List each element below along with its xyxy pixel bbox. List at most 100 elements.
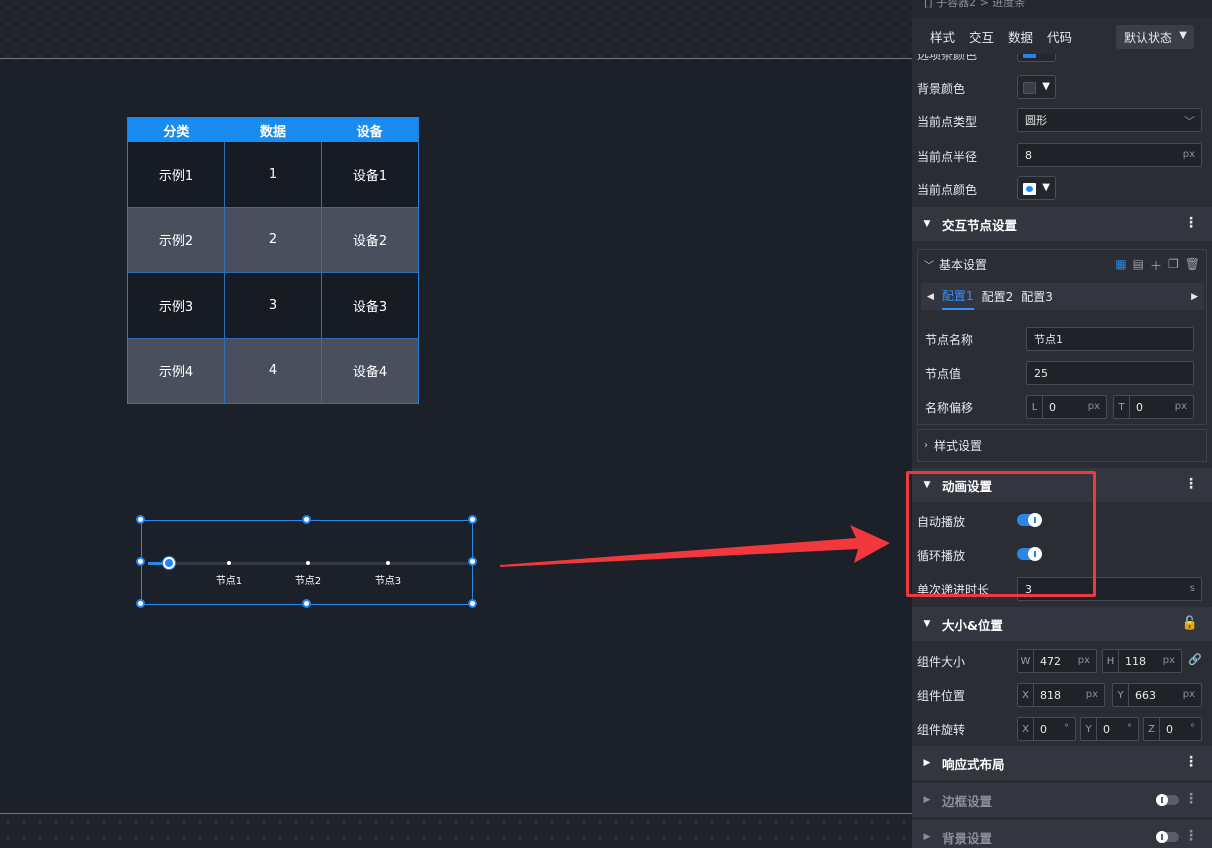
editor-app: 分类 数据 设备 示例1 1 设备1 示例2 2 设备2 示例3 3 设备3 示… — [0, 0, 1212, 848]
design-canvas[interactable]: 分类 数据 设备 示例1 1 设备1 示例2 2 设备2 示例3 3 设备3 示… — [0, 0, 912, 848]
tab-config2[interactable]: 配置2 — [982, 283, 1014, 310]
tab-next-icon[interactable]: ▶ — [1191, 292, 1198, 302]
annotation-arrow-icon — [500, 525, 890, 567]
tab-style[interactable]: 样式 — [930, 27, 955, 46]
table-cell: 设备1 — [322, 142, 418, 208]
current-point[interactable] — [163, 557, 175, 569]
link-icon[interactable]: 🔗 — [1188, 653, 1202, 666]
rotate-z-input[interactable]: Z 0 ° — [1143, 717, 1202, 741]
more-vertical-icon[interactable]: ⋮ — [1184, 215, 1198, 231]
autoplay-toggle[interactable] — [1017, 513, 1042, 527]
offset-l-input[interactable]: L 0 px — [1026, 395, 1107, 419]
node-name-input[interactable]: 节点1 — [1026, 327, 1194, 351]
bg-color-picker[interactable]: ▼ — [1017, 75, 1056, 99]
border-toggle[interactable] — [1156, 794, 1179, 806]
table-widget[interactable]: 分类 数据 设备 示例1 1 设备1 示例2 2 设备2 示例3 3 设备3 示… — [127, 117, 419, 404]
chevron-down-icon: ▼ — [1179, 30, 1187, 41]
width-input[interactable]: W 472 px — [1017, 649, 1097, 673]
resize-handle-s[interactable] — [302, 599, 311, 608]
lock-icon[interactable]: 🔓 — [1182, 616, 1198, 631]
layout-split-icon[interactable]: ▤ — [1133, 257, 1144, 274]
resize-handle-e[interactable] — [468, 557, 477, 566]
height-input[interactable]: H 118 px — [1102, 649, 1182, 673]
toggle-knob — [1028, 513, 1042, 527]
x-input[interactable]: X 818 px — [1017, 683, 1105, 707]
node-value-value: 25 — [1034, 366, 1048, 380]
duration-input[interactable]: 3 s — [1017, 577, 1202, 601]
position-label: 组件位置 — [917, 689, 966, 703]
section-size-position[interactable]: ▼ 大小&位置 🔓 — [912, 607, 1212, 641]
tab-prev-icon[interactable]: ◀ — [927, 292, 934, 302]
unit-label: px — [1174, 401, 1187, 412]
more-vertical-icon[interactable]: ⋮ — [1184, 476, 1198, 492]
node-label: 节点1 — [215, 576, 243, 587]
rotate-y-prefix: Y — [1081, 718, 1097, 740]
state-select[interactable]: 默认状态 ▼ — [1116, 25, 1194, 49]
node-toolbar: ▦ ▤ ＋ ❐ 🗑 — [1115, 257, 1200, 274]
trash-icon[interactable]: 🗑 — [1185, 257, 1200, 274]
point-color-picker[interactable]: ▼ — [1017, 176, 1056, 200]
style-settings-header[interactable]: › 样式设置 — [917, 429, 1207, 462]
node-dot — [306, 561, 310, 565]
name-offset-label: 名称偏移 — [925, 401, 974, 415]
x-value: 818 — [1040, 688, 1061, 702]
point-radius-input[interactable]: 8 px — [1017, 143, 1202, 167]
node-dot — [386, 561, 390, 565]
resize-handle-w[interactable] — [136, 557, 145, 566]
triangle-down-icon: ▼ — [923, 480, 931, 490]
y-input[interactable]: Y 663 px — [1112, 683, 1202, 707]
more-vertical-icon[interactable]: ⋮ — [1184, 828, 1198, 844]
section-border[interactable]: ▶ 边框设置 ⋮ — [912, 783, 1212, 817]
canvas-top-margin — [0, 0, 912, 59]
offset-t-input[interactable]: T 0 px — [1113, 395, 1194, 419]
chevron-right-icon: › — [924, 440, 928, 451]
color-chip — [1023, 82, 1036, 94]
point-type-select[interactable]: 圆形 ﹀ — [1017, 108, 1202, 132]
duration-label: 单次递进时长 — [917, 583, 990, 597]
y-prefix: Y — [1113, 684, 1129, 706]
table-cell: 2 — [225, 207, 322, 273]
unit-label: px — [1182, 149, 1195, 160]
copy-icon[interactable]: ❐ — [1168, 257, 1179, 274]
table-header-cell: 设备 — [356, 124, 383, 140]
state-select-value: 默认状态 — [1124, 30, 1173, 45]
resize-handle-sw[interactable] — [136, 599, 145, 608]
layout-table-icon[interactable]: ▦ — [1115, 257, 1126, 274]
section-responsive[interactable]: ▶ 响应式布局 ⋮ — [912, 746, 1212, 780]
resize-handle-ne[interactable] — [468, 515, 477, 524]
more-vertical-icon[interactable]: ⋮ — [1184, 754, 1198, 770]
basic-settings-header[interactable]: ﹀ 基本设置 ▦ ▤ ＋ ❐ 🗑 — [918, 250, 1206, 278]
table-header: 分类 数据 设备 — [128, 118, 418, 142]
offset-t-prefix: T — [1114, 396, 1130, 418]
rotate-y-value: 0 — [1103, 722, 1110, 736]
resize-handle-n[interactable] — [302, 515, 311, 524]
style-settings-title: 样式设置 — [934, 439, 983, 453]
resize-handle-nw[interactable] — [136, 515, 145, 524]
rotate-y-input[interactable]: Y 0 ° — [1080, 717, 1139, 741]
tab-data[interactable]: 数据 — [1008, 27, 1033, 46]
tab-code[interactable]: 代码 — [1047, 27, 1072, 46]
loop-toggle[interactable] — [1017, 547, 1042, 561]
progress-widget-selected[interactable]: 节点1 节点2 节点3 — [136, 515, 477, 608]
table-cell: 示例2 — [128, 207, 225, 273]
toggle-knob — [1156, 831, 1168, 843]
section-animation[interactable]: ▼ 动画设置 ⋮ — [912, 468, 1212, 502]
table-cell: 设备4 — [322, 339, 418, 404]
table-header-cell: 数据 — [260, 124, 287, 140]
section-interaction-nodes[interactable]: ▼ 交互节点设置 ⋮ — [912, 207, 1212, 241]
section-title: 动画设置 — [942, 478, 993, 494]
offset-l-prefix: L — [1027, 396, 1043, 418]
add-icon[interactable]: ＋ — [1150, 257, 1162, 274]
background-toggle[interactable] — [1156, 831, 1179, 843]
property-panel: [] 子容器2 > 进度条 样式 交互 数据 代码 默认状态 ▼ 选项条颜色 背… — [912, 0, 1212, 848]
rotate-x-input[interactable]: X 0 ° — [1017, 717, 1076, 741]
resize-handle-se[interactable] — [468, 599, 477, 608]
more-vertical-icon[interactable]: ⋮ — [1184, 791, 1198, 807]
breadcrumb: [] 子容器2 > 进度条 — [912, 0, 1212, 18]
tab-interaction[interactable]: 交互 — [969, 27, 994, 46]
section-background[interactable]: ▶ 背景设置 ⋮ — [912, 820, 1212, 848]
tab-config1[interactable]: 配置1 — [941, 283, 974, 310]
node-value-input[interactable]: 25 — [1026, 361, 1194, 385]
tab-config3[interactable]: 配置3 — [1021, 283, 1053, 310]
point-type-value: 圆形 — [1025, 114, 1047, 127]
